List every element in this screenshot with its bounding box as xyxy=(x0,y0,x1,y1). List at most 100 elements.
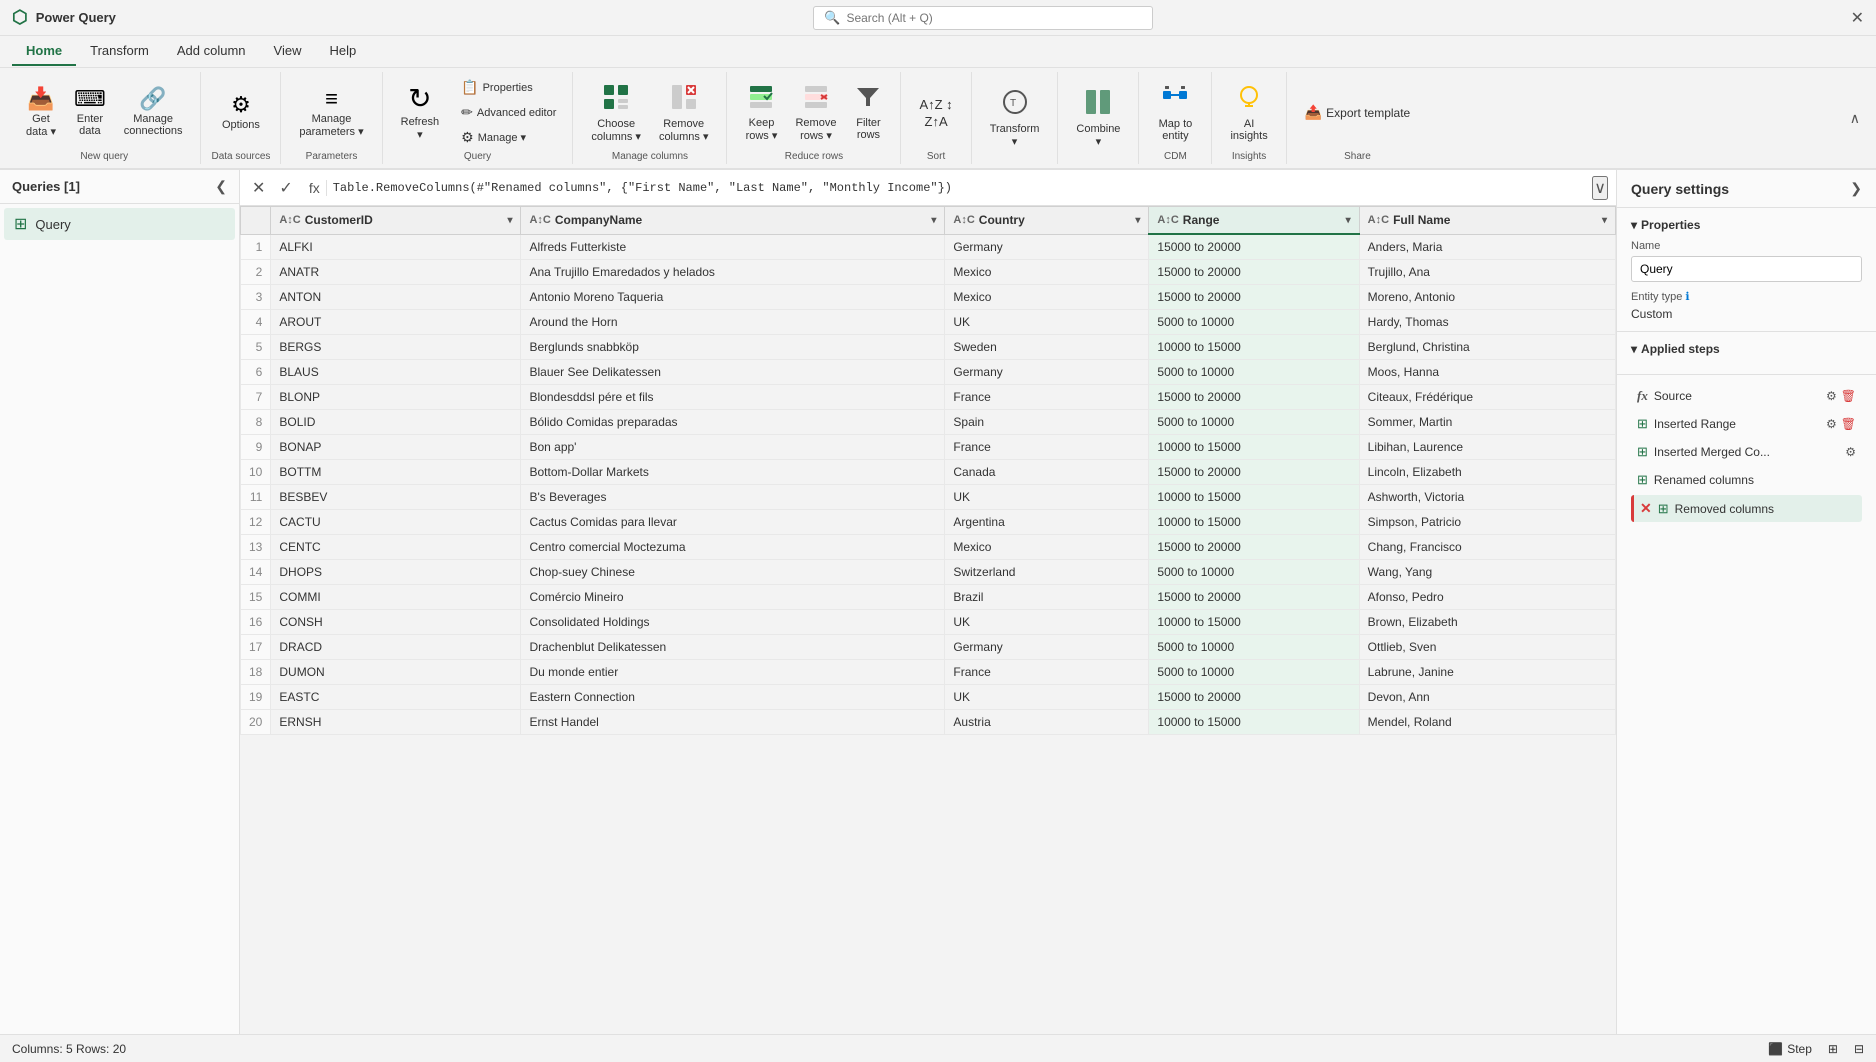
tab-add-column[interactable]: Add column xyxy=(163,37,260,66)
step-gear-button[interactable]: ⚙ xyxy=(1826,417,1837,431)
query-item[interactable]: ⊞ Query xyxy=(4,208,235,240)
tab-home[interactable]: Home xyxy=(12,37,76,66)
col-range-header[interactable]: A↕C Range ▾ xyxy=(1149,207,1359,235)
row-num: 13 xyxy=(241,535,271,560)
cell-country: Canada xyxy=(945,460,1149,485)
manage-connections-button[interactable]: 🔗 Manageconnections xyxy=(116,79,191,147)
data-table-container[interactable]: A↕C CustomerID ▾ A↕C CompanyName ▾ xyxy=(240,206,1616,1034)
choose-columns-button[interactable]: Choosecolumns ▾ xyxy=(583,79,649,147)
close-button[interactable]: ✕ xyxy=(1851,8,1864,28)
sort-az-icon: A↑Z ↕ xyxy=(919,97,952,112)
ribbon-group-parameters: ≡ Manageparameters ▾ Parameters xyxy=(281,72,382,164)
remove-columns-button[interactable]: Removecolumns ▾ xyxy=(651,79,717,147)
advanced-editor-button[interactable]: ✏ Advanced editor xyxy=(455,101,562,124)
tab-help[interactable]: Help xyxy=(315,37,370,66)
cell-country: Spain xyxy=(945,410,1149,435)
cell-customerid: COMMI xyxy=(271,585,521,610)
queries-header: Queries [1] ❮ xyxy=(0,170,239,204)
cell-range: 15000 to 20000 xyxy=(1149,385,1359,410)
row-num: 16 xyxy=(241,610,271,635)
ribbon-collapse-button[interactable]: ∧ xyxy=(1842,106,1868,131)
enter-data-button[interactable]: ⌨ Enterdata xyxy=(66,79,114,147)
ribbon-tabs: Home Transform Add column View Help xyxy=(0,36,1876,68)
formula-input[interactable] xyxy=(333,181,1587,195)
cell-country: UK xyxy=(945,310,1149,335)
row-num: 5 xyxy=(241,335,271,360)
options-button[interactable]: ⚙ Options xyxy=(214,79,268,147)
formula-confirm-button[interactable]: ✓ xyxy=(275,178,296,198)
cdm-items: Map toentity xyxy=(1149,76,1201,149)
manage-button[interactable]: ⚙ Manage ▾ xyxy=(455,126,562,149)
cell-companyname: Ana Trujillo Emaredados y helados xyxy=(521,260,945,285)
step-actions: ⚙ 🗑 xyxy=(1826,417,1856,431)
row-num: 1 xyxy=(241,234,271,260)
cell-country: Germany xyxy=(945,360,1149,385)
row-num: 18 xyxy=(241,660,271,685)
col-customerid-header[interactable]: A↕C CustomerID ▾ xyxy=(271,207,521,235)
parameters-items: ≡ Manageparameters ▾ xyxy=(291,76,371,149)
entity-type-info[interactable]: ℹ xyxy=(1685,291,1689,303)
queries-collapse-button[interactable]: ❮ xyxy=(215,178,227,195)
properties-button[interactable]: 📋 Properties xyxy=(455,76,562,99)
step-delete-button[interactable]: 🗑 xyxy=(1841,417,1856,431)
grid-view-button[interactable]: ⊟ xyxy=(1854,1042,1864,1056)
table-row: 7 BLONP Blondesddsl pére et fils France … xyxy=(241,385,1616,410)
cell-range: 10000 to 15000 xyxy=(1149,335,1359,360)
applied-step-inserted-merged-co[interactable]: ⊞ Inserted Merged Co... ⚙ xyxy=(1631,439,1862,465)
combine-button[interactable]: Combine▾ xyxy=(1068,84,1128,152)
tab-transform[interactable]: Transform xyxy=(76,37,163,66)
manage-parameters-button[interactable]: ≡ Manageparameters ▾ xyxy=(291,79,371,147)
manage-columns-items: Choosecolumns ▾ Removecolumns ▾ xyxy=(583,76,716,149)
applied-step-source[interactable]: fx Source ⚙ 🗑 xyxy=(1631,383,1862,409)
sort-buttons[interactable]: A↑Z ↕ Z↑A xyxy=(911,93,960,133)
step-gear-button[interactable]: ⚙ xyxy=(1826,389,1837,403)
cell-country: Sweden xyxy=(945,335,1149,360)
cell-companyname: Blondesddsl pére et fils xyxy=(521,385,945,410)
map-to-entity-button[interactable]: Map toentity xyxy=(1149,79,1201,147)
tab-view[interactable]: View xyxy=(260,37,316,66)
row-num: 14 xyxy=(241,560,271,585)
col-country-header[interactable]: A↕C Country ▾ xyxy=(945,207,1149,235)
settings-title: Query settings xyxy=(1631,181,1729,197)
formula-cancel-button[interactable]: ✕ xyxy=(248,178,269,198)
diagram-view-button[interactable]: ⊞ xyxy=(1828,1042,1838,1056)
formula-expand-button[interactable]: ∨ xyxy=(1592,176,1608,200)
col-companyname-header[interactable]: A↕C CompanyName ▾ xyxy=(521,207,945,235)
refresh-button[interactable]: ↻ Refresh▾ xyxy=(393,79,448,147)
table-row: 13 CENTC Centro comercial Moctezuma Mexi… xyxy=(241,535,1616,560)
cell-fullname: Libihan, Laurence xyxy=(1359,435,1615,460)
keep-rows-button[interactable]: Keeprows ▾ xyxy=(737,79,785,147)
cell-companyname: Consolidated Holdings xyxy=(521,610,945,635)
row-num: 17 xyxy=(241,635,271,660)
cell-companyname: Blauer See Delikatessen xyxy=(521,360,945,385)
ai-insights-button[interactable]: AIinsights xyxy=(1222,79,1275,147)
enter-data-icon: ⌨ xyxy=(74,88,106,110)
export-template-button[interactable]: 📤 Export template xyxy=(1297,100,1418,125)
applied-step-inserted-range[interactable]: ⊞ Inserted Range ⚙ 🗑 xyxy=(1631,411,1862,437)
search-box[interactable]: 🔍 xyxy=(813,6,1153,30)
step-button[interactable]: ⬛ Step xyxy=(1768,1042,1812,1056)
col-fullname-header[interactable]: A↕C Full Name ▾ xyxy=(1359,207,1615,235)
get-data-button[interactable]: 📥 Getdata ▾ xyxy=(18,79,64,147)
step-delete-button[interactable]: 🗑 xyxy=(1841,389,1856,403)
search-icon: 🔍 xyxy=(824,10,840,26)
search-input[interactable] xyxy=(846,11,1142,25)
queries-list: ⊞ Query xyxy=(0,204,239,244)
cdm-label: CDM xyxy=(1164,151,1187,162)
remove-rows-button[interactable]: Removerows ▾ xyxy=(787,79,844,147)
ribbon-group-cdm: Map toentity CDM xyxy=(1139,72,1212,164)
transform-button[interactable]: T Transform▾ xyxy=(982,84,1048,152)
filter-rows-icon xyxy=(855,84,881,114)
cell-companyname: Cactus Comidas para llevar xyxy=(521,510,945,535)
ribbon-group-data-sources: ⚙ Options Data sources xyxy=(201,72,281,164)
cell-range: 10000 to 15000 xyxy=(1149,610,1359,635)
name-input[interactable] xyxy=(1631,256,1862,282)
step-gear-button[interactable]: ⚙ xyxy=(1845,445,1856,459)
applied-step-removed-columns[interactable]: ✕ ⊞ Removed columns xyxy=(1631,495,1862,522)
applied-step-renamed-columns[interactable]: ⊞ Renamed columns xyxy=(1631,467,1862,493)
filter-rows-button[interactable]: Filterrows xyxy=(846,79,890,147)
cell-range: 15000 to 20000 xyxy=(1149,585,1359,610)
cell-country: France xyxy=(945,385,1149,410)
row-num: 9 xyxy=(241,435,271,460)
settings-expand-button[interactable]: ❯ xyxy=(1850,180,1862,197)
